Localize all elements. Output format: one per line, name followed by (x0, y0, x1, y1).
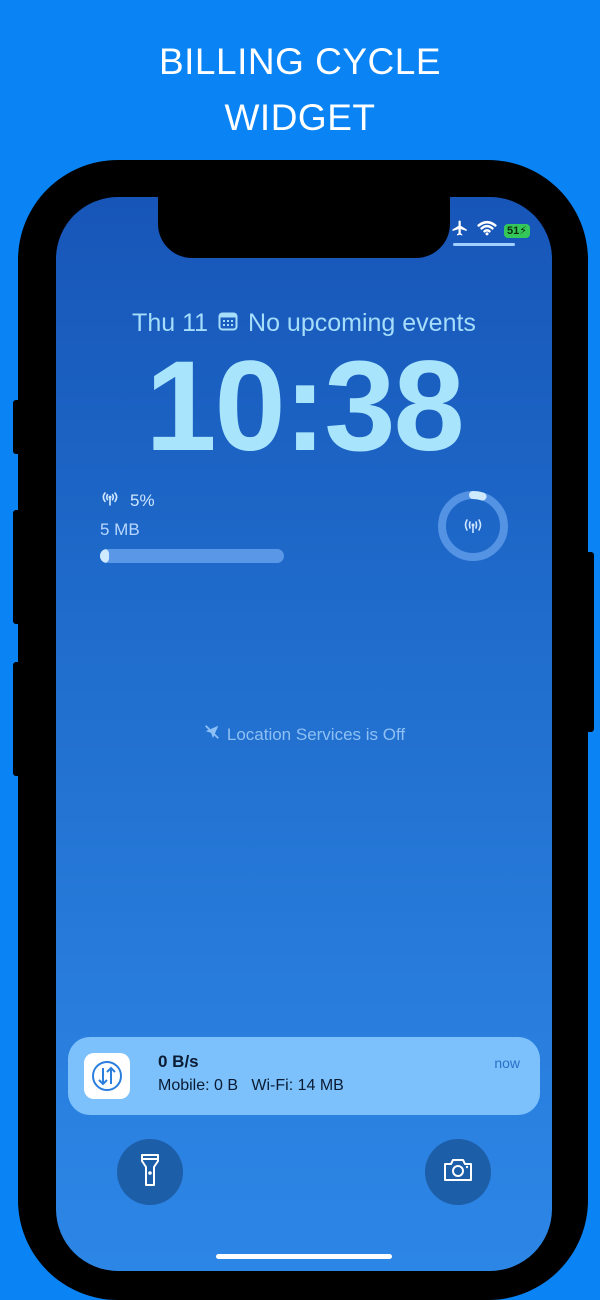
data-progress-fill (100, 549, 110, 563)
lock-screen: 51⚡ Thu 11 No upcoming events 10:38 5% 5… (56, 197, 552, 1271)
date-day: Thu 11 (132, 309, 209, 337)
notification-card[interactable]: 0 B/s Mobile: 0 B Wi-Fi: 14 MB now (68, 1037, 540, 1115)
promo-title-line1: BILLING CYCLE (158, 41, 442, 82)
battery-level: 51 (507, 224, 520, 237)
location-status: Location Services is Off (56, 723, 552, 746)
promo-title: BILLING CYCLE WIDGET (0, 34, 600, 146)
notification-body: Mobile: 0 B Wi-Fi: 14 MB (158, 1077, 344, 1094)
airplane-icon (450, 219, 470, 242)
notch (158, 197, 450, 258)
location-off-icon (203, 723, 221, 746)
notification-title: 0 B/s (158, 1052, 199, 1071)
ring-antenna-icon (464, 519, 482, 533)
status-bar: 51⚡ (450, 219, 530, 242)
promo-title-line2: WIDGET (224, 97, 376, 138)
clock: 10:38 (145, 335, 464, 478)
notification-time: now (494, 1055, 520, 1071)
date-line: Thu 11 No upcoming events (56, 309, 552, 338)
flashlight-button[interactable] (117, 1139, 183, 1205)
location-status-text: Location Services is Off (226, 724, 406, 744)
events-text: No upcoming events (248, 309, 476, 337)
wifi-icon (477, 220, 497, 241)
battery-icon: 51⚡ (504, 223, 530, 238)
camera-icon (442, 1157, 474, 1188)
app-icon (84, 1053, 130, 1099)
data-usage-amount: 5 MB (100, 520, 140, 539)
data-progress-track (100, 549, 284, 563)
camera-button[interactable] (425, 1139, 491, 1205)
antenna-icon (100, 489, 120, 512)
calendar-icon (218, 309, 238, 338)
home-indicator[interactable] (216, 1254, 392, 1259)
data-ring-widget[interactable] (436, 489, 510, 563)
data-percent: 5% (130, 490, 155, 510)
data-usage-widget[interactable]: 5% 5 MB (100, 489, 290, 563)
status-underline (453, 243, 515, 246)
flashlight-icon (139, 1153, 161, 1192)
